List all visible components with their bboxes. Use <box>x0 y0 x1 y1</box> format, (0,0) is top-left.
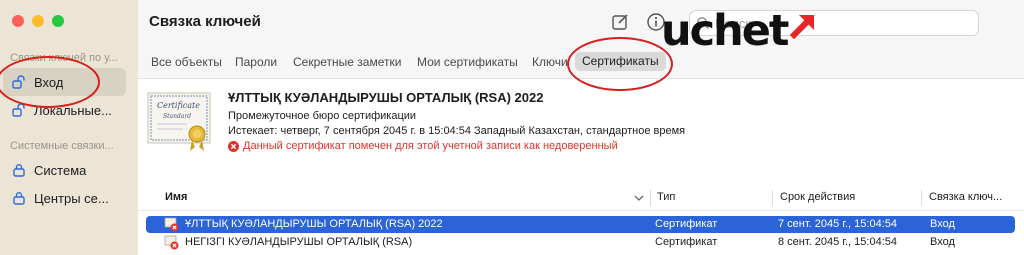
logo-wordmark: uchet <box>661 5 789 56</box>
row-type: Сертификат <box>655 236 718 248</box>
row-keychain: Вход <box>930 218 955 230</box>
tab-secure-notes[interactable]: Секретные заметки <box>293 55 401 69</box>
compose-icon[interactable] <box>610 12 630 32</box>
row-expires: 8 сент. 2045 г., 15:04:54 <box>778 236 897 248</box>
window-title: Связка ключей <box>149 13 261 30</box>
row-name: ҰЛТТЫҚ КУӘЛАНДЫРУШЫ ОРТАЛЫҚ (RSA) 2022 <box>185 218 443 230</box>
uchet-logo: uchet <box>661 8 819 54</box>
row-name: НЕГІЗГІ КУӘЛАНДЫРУШЫ ОРТАЛЫҚ (RSA) <box>185 236 413 248</box>
category-tabs: Все объекты Пароли Секретные заметки Мои… <box>138 48 1024 79</box>
tab-keys[interactable]: Ключи <box>532 55 568 69</box>
sidebar-section-system-keychains: Системные связки... <box>10 140 114 152</box>
column-header-keychain[interactable]: Связка ключ... <box>929 191 1002 203</box>
sidebar-item-cert-centers[interactable]: Центры се... <box>3 184 126 212</box>
certificate-expiry: Истекает: четверг, 7 сентября 2045 г. в … <box>228 125 686 137</box>
lock-open-icon <box>12 103 25 117</box>
close-window-button[interactable] <box>12 15 24 27</box>
untrusted-certificate-icon <box>164 217 179 232</box>
row-expires: 7 сент. 2045 г., 15:04:54 <box>778 218 897 230</box>
table-row[interactable]: НЕГІЗГІ КУӘЛАНДЫРУШЫ ОРТАЛЫҚ (RSA) Серти… <box>146 234 1015 251</box>
main-pane: Связка ключей Поиск Все объекты Пароли С… <box>138 0 1024 255</box>
row-type: Сертификат <box>655 218 718 230</box>
tab-my-certificates[interactable]: Мои сертификаты <box>417 55 518 69</box>
lock-icon <box>13 192 25 205</box>
sidebar-item-label: Система <box>34 162 87 178</box>
sidebar-item-label: Центры се... <box>34 190 109 206</box>
untrusted-certificate-icon <box>164 235 179 250</box>
certificate-name: ҰЛТТЫҚ КУӘЛАНДЫРУШЫ ОРТАЛЫҚ (RSA) 2022 <box>228 90 544 105</box>
row-keychain: Вход <box>930 236 955 248</box>
tab-all-items[interactable]: Все объекты <box>151 55 222 69</box>
lock-open-icon <box>12 75 25 89</box>
tab-passwords[interactable]: Пароли <box>235 55 277 69</box>
minimize-window-button[interactable] <box>32 15 44 27</box>
sidebar-item-login[interactable]: Вход <box>3 68 126 96</box>
sidebar: Связки ключей по у... Вход Локальные... … <box>0 0 138 255</box>
sidebar-item-label: Вход <box>34 74 64 90</box>
certificate-icon-subtitle: Standard <box>163 113 191 120</box>
certificate-trust-warning-text: Данный сертификат помечен для этой учетн… <box>243 140 618 152</box>
lock-icon <box>13 164 25 177</box>
toolbar: Связка ключей Поиск <box>138 0 1024 48</box>
error-icon <box>228 140 239 152</box>
certificate-trust-warning: Данный сертификат помечен для этой учетн… <box>228 140 618 152</box>
sidebar-item-label: Локальные... <box>34 102 112 118</box>
table-row[interactable]: ҰЛТТЫҚ КУӘЛАНДЫРУШЫ ОРТАЛЫҚ (RSA) 2022 С… <box>146 216 1015 233</box>
table-header: Имя Тип Срок действия Связка ключ... <box>138 186 1024 211</box>
certificate-icon: Certificate Standard <box>147 92 211 152</box>
sidebar-section-custom-keychains: Связки ключей по у... <box>10 52 118 64</box>
chevron-down-icon[interactable] <box>634 195 644 202</box>
column-header-type[interactable]: Тип <box>657 191 675 203</box>
sidebar-item-local[interactable]: Локальные... <box>3 96 126 124</box>
certificate-kind: Промежуточное бюро сертификации <box>228 110 417 122</box>
sidebar-item-system[interactable]: Система <box>3 156 126 184</box>
certificate-icon-title: Certificate <box>157 101 200 110</box>
zoom-window-button[interactable] <box>52 15 64 27</box>
column-header-name[interactable]: Имя <box>165 191 187 203</box>
arrow-up-right-icon <box>790 14 815 40</box>
column-header-expires[interactable]: Срок действия <box>780 191 855 203</box>
tab-certificates[interactable]: Сертификаты <box>575 52 666 71</box>
